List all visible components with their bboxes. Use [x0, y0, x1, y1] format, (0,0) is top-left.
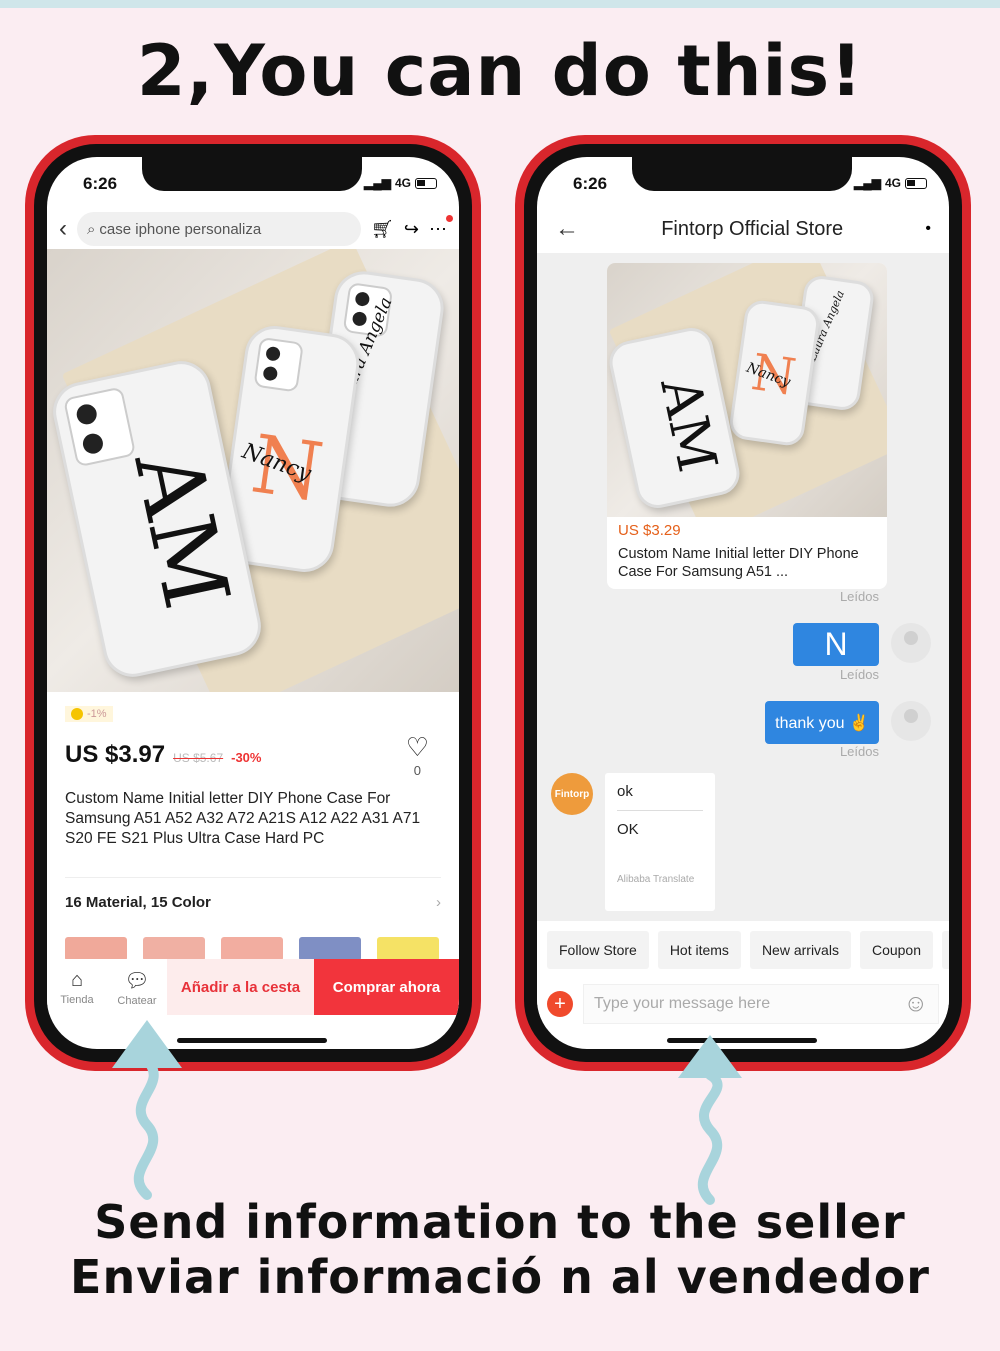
arrow-up-icon [112, 1020, 182, 1200]
caption-spanish: Enviar informació n al vendedor [70, 1250, 930, 1304]
caption-english: Send information to the seller [94, 1195, 906, 1249]
arrow-up-icon [678, 1035, 742, 1205]
arrows-layer [112, 1020, 742, 1205]
